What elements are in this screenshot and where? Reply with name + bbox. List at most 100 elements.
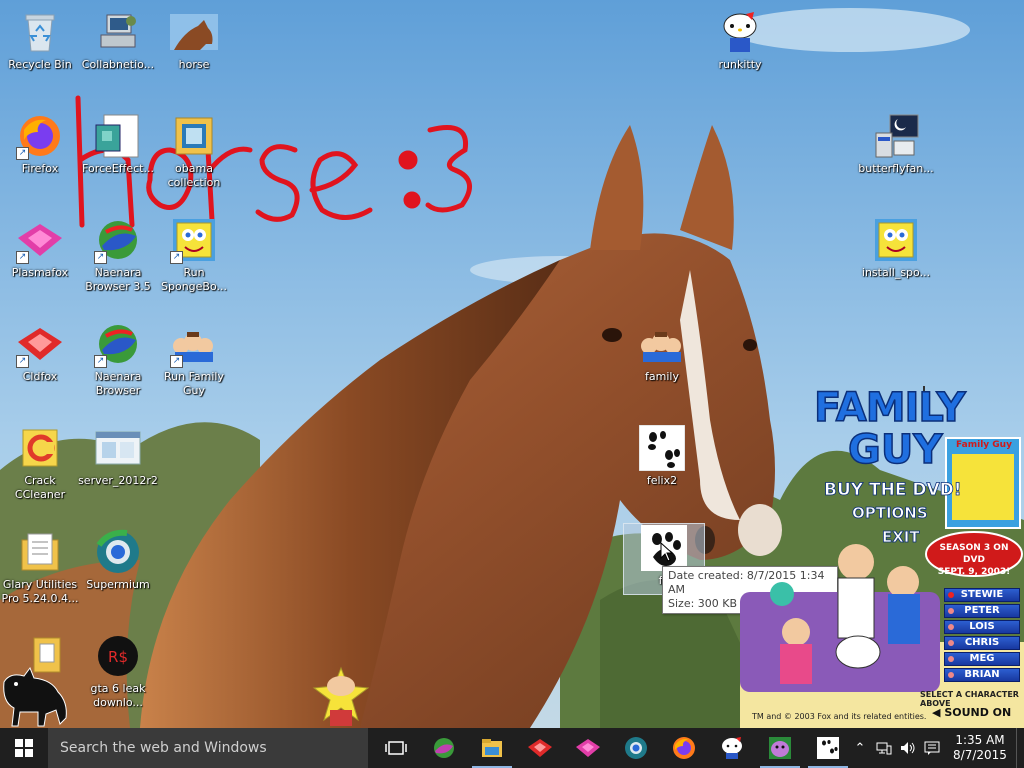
cldfox-icon: [528, 739, 552, 757]
spongebob-installer-icon: [872, 216, 920, 264]
desktop-icon-butterflyfan[interactable]: butterflyfan...: [856, 112, 936, 176]
purple-app-icon: [769, 737, 791, 759]
desktop-icon-run-spongebob[interactable]: ↗ Run SpongeBo...: [154, 216, 234, 294]
character-button-lois[interactable]: LOIS: [944, 620, 1020, 634]
desktop-icon-label: horse: [178, 58, 210, 71]
dvd-box-label: Family Guy: [956, 440, 1012, 450]
desktop-icon-firefox[interactable]: ↗ Firefox: [0, 112, 80, 176]
character-label: STEWIE: [960, 589, 1004, 600]
taskbar-naenara-browser[interactable]: [420, 728, 468, 768]
desktop-icon-naenara-browser[interactable]: ↗ Naenara Browser: [78, 320, 158, 398]
desktop-icon-family[interactable]: family: [622, 320, 702, 384]
desktop-icon-horse[interactable]: horse: [154, 8, 234, 72]
computer-icon: [94, 8, 142, 56]
clock-date: 8/7/2015: [953, 748, 1007, 762]
taskbar-supermium[interactable]: [612, 728, 660, 768]
start-button[interactable]: [0, 728, 48, 768]
season-badge: SEASON 3 ON DVD SEPT. 9, 2003!: [928, 542, 1020, 578]
desktop-icon-runkitty[interactable]: runkitty: [700, 8, 780, 72]
naenara-browser-icon: [434, 738, 454, 758]
desktop-icon-obama-collection[interactable]: obama collection: [154, 112, 234, 190]
character-button-brian[interactable]: BRIAN: [944, 668, 1020, 682]
file-explorer-icon: [482, 739, 502, 757]
archive-icon: [170, 112, 218, 160]
sound-toggle[interactable]: ◀ SOUND ON: [932, 706, 1011, 719]
shortcut-arrow-icon: ↗: [94, 251, 107, 264]
desktop-icon-label: Naenara Browser 3.5: [85, 266, 151, 293]
shortcut-arrow-icon: ↗: [94, 355, 107, 368]
ad-title-guy: GUY: [847, 427, 943, 473]
desktop-icon-cldfox[interactable]: ↗ Cldfox: [0, 320, 80, 384]
desktop-icon-label: felix2: [646, 474, 678, 487]
shortcut-arrow-icon: ↗: [16, 251, 29, 264]
taskbar-plasmafox[interactable]: [564, 728, 612, 768]
desktop-icon-label: gta 6 leak downlo...: [90, 682, 146, 709]
taskbar-firefox[interactable]: [660, 728, 708, 768]
desktop-icon-gta6-leak[interactable]: R$ gta 6 leak downlo...: [78, 632, 158, 710]
paw-print-icon: [817, 737, 839, 759]
taskbar-purple-app[interactable]: [756, 728, 804, 768]
desktop-icon-label: Cldfox: [22, 370, 58, 383]
installer-icon: [94, 112, 142, 160]
character-button-meg[interactable]: MEG: [944, 652, 1020, 666]
naenara-browser-icon: ↗: [94, 216, 142, 264]
naenara-browser-icon: ↗: [94, 320, 142, 368]
spongebob-icon: ↗: [170, 216, 218, 264]
shortcut-arrow-icon: ↗: [170, 251, 183, 264]
desktop-icon-server-2012r2[interactable]: server_2012r2: [78, 424, 158, 488]
desktop-icon-install-spongebob[interactable]: install_spo...: [856, 216, 936, 280]
desktop-icon-supermium[interactable]: Supermium: [78, 528, 158, 592]
desktop-icon-collabnetio[interactable]: Collabnetio...: [78, 8, 158, 72]
desktop-icon-label: Recycle Bin: [8, 58, 72, 71]
desktop-icon-label: Firefox: [21, 162, 59, 175]
hello-kitty-icon: [722, 737, 742, 759]
network-icon[interactable]: [872, 728, 896, 768]
stewie-sprite: [312, 666, 370, 726]
bullet-icon: [948, 672, 954, 678]
desktop-icon-run-family-guy[interactable]: ↗ Run Family Guy: [154, 320, 234, 398]
desktop-icon-crack-ccleaner[interactable]: Crack CCleaner: [0, 424, 80, 502]
desktop-icon-recycle-bin[interactable]: Recycle Bin: [0, 8, 80, 72]
desktop-icon-naenara-browser-35[interactable]: ↗ Naenara Browser 3.5: [78, 216, 158, 294]
show-desktop-button[interactable]: [1016, 728, 1024, 768]
character-button-stewie[interactable]: STEWIE: [944, 588, 1020, 602]
buy-dvd-button[interactable]: BUY THE DVD!: [824, 480, 962, 501]
character-button-chris[interactable]: CHRIS: [944, 636, 1020, 650]
notifications-icon[interactable]: [920, 728, 944, 768]
svg-text:R$: R$: [108, 648, 128, 666]
clock[interactable]: 1:35 AM 8/7/2015: [944, 733, 1016, 763]
task-view-button[interactable]: [372, 728, 420, 768]
document-folder-icon: [16, 528, 64, 576]
system-tray: ⌃ 1:35 AM 8/7/2015: [848, 728, 1024, 768]
desktop-icon-label: butterflyfan...: [858, 162, 934, 175]
supermium-icon: [625, 737, 647, 759]
desktop-icon-felix2[interactable]: felix2: [622, 424, 702, 488]
taskbar-paw-print-app[interactable]: [804, 728, 852, 768]
desktop-icon-label: install_spo...: [861, 266, 931, 279]
search-input[interactable]: Search the web and Windows: [48, 728, 368, 768]
desktop-icon-label: Run Family Guy: [164, 370, 224, 397]
bullet-icon: [948, 656, 954, 662]
taskbar-file-explorer[interactable]: [468, 728, 516, 768]
season-text: SEASON 3 ON DVD: [939, 543, 1009, 565]
desktop-icon-label: Collabnetio...: [81, 58, 155, 71]
ad-title-family: FAMILY: [813, 385, 966, 431]
options-button[interactable]: OPTIONS: [852, 504, 928, 523]
taskbar-cldfox[interactable]: [516, 728, 564, 768]
desktop-icon-label: Glary Utilities Pro 5.24.0.4...: [1, 578, 79, 605]
desktop-icon-label: runkitty: [718, 58, 762, 71]
character-button-peter[interactable]: PETER: [944, 604, 1020, 618]
desktop-icon-label: Supermium: [86, 578, 150, 591]
mouse-cursor-icon: [660, 542, 674, 562]
exit-button[interactable]: EXIT: [882, 528, 920, 547]
desktop-icon-label: Run SpongeBo...: [161, 266, 227, 293]
desktop[interactable]: Recycle Bin ↗ Firefox ↗ Plasmafox ↗ Cldf…: [0, 0, 1024, 728]
desktop-icon-plasmafox[interactable]: ↗ Plasmafox: [0, 216, 80, 280]
shortcut-arrow-icon: ↗: [16, 355, 29, 368]
desktop-icon-forceeffect[interactable]: ForceEffect...: [78, 112, 158, 176]
chevron-up-icon[interactable]: ⌃: [848, 728, 872, 768]
shortcut-arrow-icon: ↗: [170, 355, 183, 368]
taskbar-hello-kitty[interactable]: [708, 728, 756, 768]
desktop-icon-glary-utilities[interactable]: Glary Utilities Pro 5.24.0.4...: [0, 528, 80, 606]
volume-icon[interactable]: [896, 728, 920, 768]
